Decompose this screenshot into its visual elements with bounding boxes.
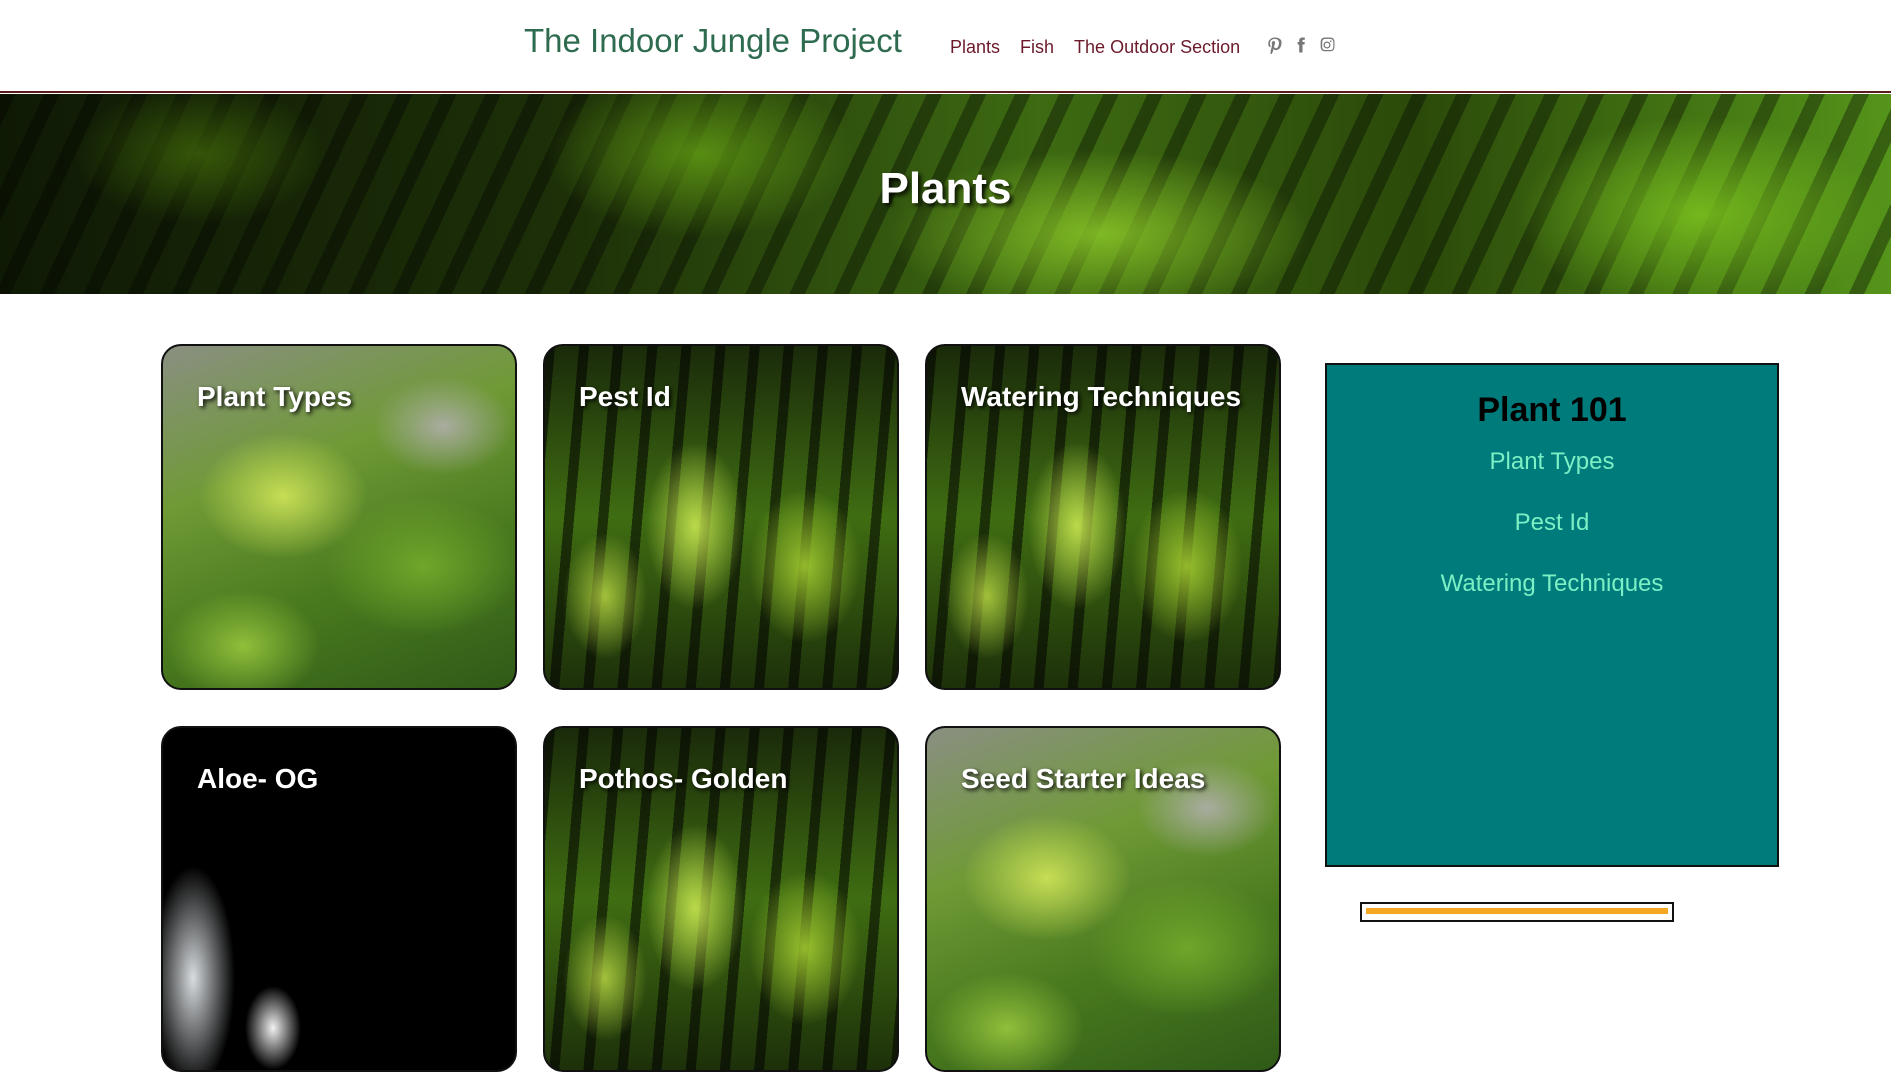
widget-accent-bar	[1366, 908, 1668, 914]
card-label: Plant Types	[197, 381, 353, 412]
card-pest-id[interactable]: Pest Id	[543, 344, 899, 690]
page-title: Plants	[879, 164, 1012, 213]
pinterest-icon[interactable]	[1265, 34, 1285, 56]
plant-101-sidebar: Plant 101 Plant Types Pest Id Watering T…	[1325, 363, 1779, 867]
card-watering-techniques[interactable]: Watering Techniques	[925, 344, 1281, 690]
site-title[interactable]: The Indoor Jungle Project	[524, 22, 902, 60]
sidebar-link-watering-techniques[interactable]: Watering Techniques	[1441, 570, 1664, 597]
card-seed-starter-ideas[interactable]: Seed Starter Ideas	[925, 726, 1281, 1072]
site-header: The Indoor Jungle Project Plants Fish Th…	[0, 0, 1891, 93]
sidebar-title: Plant 101	[1477, 391, 1627, 429]
card-label: Watering Techniques	[961, 381, 1242, 412]
card-label: Seed Starter Ideas	[961, 763, 1206, 794]
facebook-icon[interactable]	[1291, 34, 1311, 56]
nav-plants[interactable]: Plants	[950, 37, 1000, 58]
card-aloe-og[interactable]: Aloe- OG	[161, 726, 517, 1072]
sidebar-item: Plant Types	[1327, 448, 1777, 476]
card-pothos-golden[interactable]: Pothos- Golden	[543, 726, 899, 1072]
hero-banner: Plants	[0, 94, 1891, 294]
sidebar-link-plant-types[interactable]: Plant Types	[1490, 448, 1615, 475]
main-nav: Plants Fish The Outdoor Section	[950, 37, 1260, 58]
sidebar-item: Pest Id	[1327, 509, 1777, 537]
card-label: Pothos- Golden	[579, 763, 788, 794]
social-links	[1265, 34, 1337, 56]
sidebar-widget	[1360, 902, 1674, 922]
nav-outdoor-section[interactable]: The Outdoor Section	[1074, 37, 1240, 58]
sidebar-link-pest-id[interactable]: Pest Id	[1515, 509, 1590, 536]
sidebar-links: Plant Types Pest Id Watering Techniques	[1327, 448, 1777, 598]
card-label: Pest Id	[579, 381, 671, 412]
card-plant-types[interactable]: Plant Types	[161, 344, 517, 690]
instagram-icon[interactable]	[1317, 34, 1337, 56]
nav-fish[interactable]: Fish	[1020, 37, 1054, 58]
sidebar-item: Watering Techniques	[1327, 570, 1777, 598]
card-label: Aloe- OG	[197, 763, 319, 794]
